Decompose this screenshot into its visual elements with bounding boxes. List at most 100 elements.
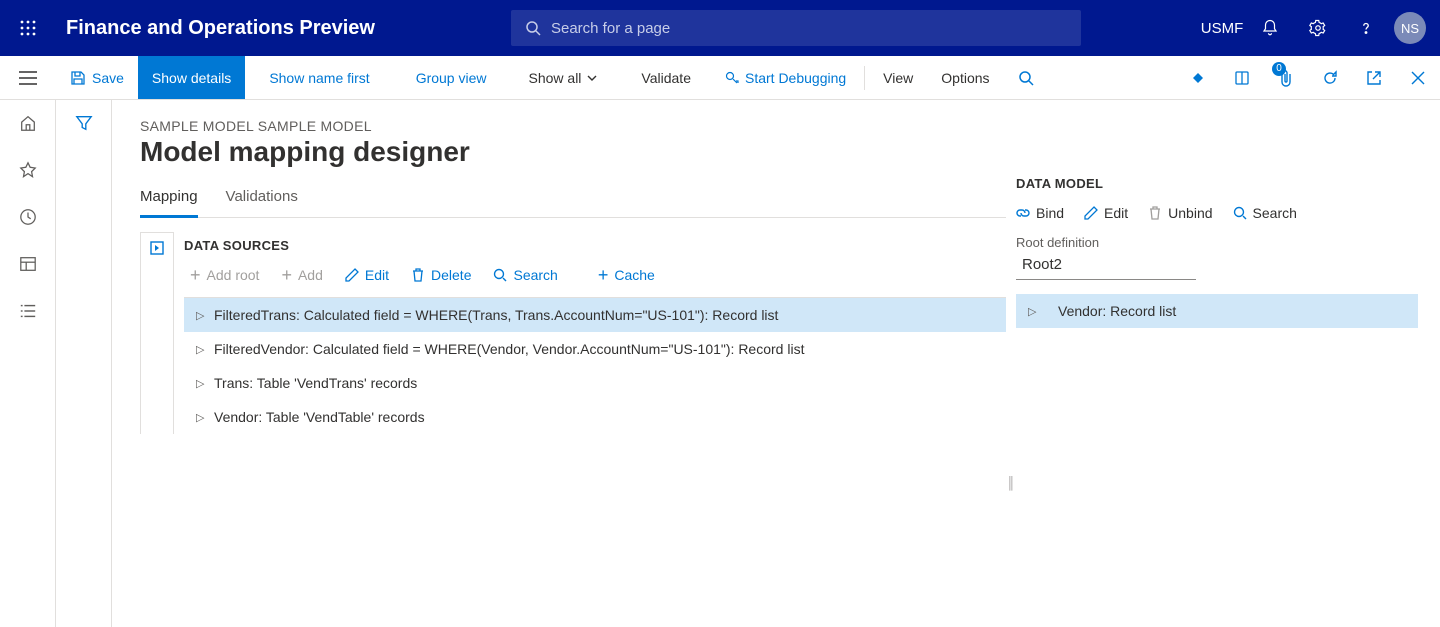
expand-types-button[interactable]: [140, 232, 174, 434]
action-search-icon[interactable]: [1004, 56, 1048, 99]
tree-row[interactable]: ▷FilteredVendor: Calculated field = WHER…: [184, 332, 1006, 366]
save-icon: [70, 70, 86, 86]
caret-icon[interactable]: ▷: [196, 309, 214, 322]
dm-edit-label: Edit: [1104, 205, 1128, 221]
attachments-badge: 0: [1272, 62, 1286, 76]
splitter[interactable]: ║: [1006, 118, 1016, 627]
tabs: Mapping Validations: [140, 182, 1006, 218]
save-button[interactable]: Save: [56, 56, 138, 99]
caret-icon[interactable]: ▷: [196, 411, 214, 424]
attachments-icon[interactable]: 0: [1264, 56, 1308, 99]
link-icon: [1016, 206, 1030, 220]
save-label: Save: [92, 70, 124, 86]
show-all-label: Show all: [529, 70, 582, 86]
user-avatar[interactable]: NS: [1394, 12, 1426, 44]
search-label: Search: [513, 267, 557, 283]
dm-search-label: Search: [1253, 205, 1297, 221]
filter-rail: [56, 100, 112, 627]
tree-label: FilteredTrans: Calculated field = WHERE(…: [214, 307, 778, 323]
dm-edit-button[interactable]: Edit: [1084, 205, 1128, 221]
dm-search-button[interactable]: Search: [1233, 205, 1297, 221]
tree-label: Trans: Table 'VendTrans' records: [214, 375, 417, 391]
modules-icon[interactable]: [19, 302, 37, 325]
cache-button[interactable]: +Cache: [598, 267, 655, 283]
delete-button[interactable]: Delete: [411, 267, 471, 283]
tree-label: FilteredVendor: Calculated field = WHERE…: [214, 341, 804, 357]
dm-tree-row[interactable]: ▷Vendor: Record list: [1016, 294, 1418, 328]
left-nav-rail: [0, 100, 56, 627]
bind-label: Bind: [1036, 205, 1064, 221]
data-sources-tree: ▷FilteredTrans: Calculated field = WHERE…: [184, 297, 1006, 434]
tree-row[interactable]: ▷FilteredTrans: Calculated field = WHERE…: [184, 298, 1006, 332]
pencil-icon: [345, 268, 359, 282]
workspaces-icon[interactable]: [19, 255, 37, 278]
action-bar: Save Show details Show name first Group …: [0, 56, 1440, 100]
show-name-first-button[interactable]: Show name first: [255, 56, 383, 99]
tree-row[interactable]: ▷Trans: Table 'VendTrans' records: [184, 366, 1006, 400]
add-root-button[interactable]: +Add root: [190, 267, 259, 283]
refresh-icon[interactable]: [1308, 56, 1352, 99]
app-launcher-icon[interactable]: [0, 20, 56, 36]
add-button[interactable]: +Add: [281, 267, 322, 283]
search-icon: [1233, 206, 1247, 220]
tab-validations[interactable]: Validations: [226, 182, 298, 217]
global-search[interactable]: [511, 10, 1081, 46]
pencil-icon: [1084, 206, 1098, 220]
bind-button[interactable]: Bind: [1016, 205, 1064, 221]
settings-icon[interactable]: [1294, 0, 1342, 56]
caret-icon[interactable]: ▷: [196, 377, 214, 390]
search-icon: [525, 20, 541, 36]
data-model-heading: DATA MODEL: [1016, 176, 1418, 191]
trash-icon: [1148, 206, 1162, 220]
favorites-icon[interactable]: [19, 161, 37, 184]
start-debugging-button[interactable]: Start Debugging: [711, 56, 860, 99]
data-sources-toolbar: +Add root +Add Edit Delete Search +Cache: [184, 263, 1006, 297]
tree-row[interactable]: ▷Vendor: Table 'VendTable' records: [184, 400, 1006, 434]
caret-icon[interactable]: ▷: [196, 343, 214, 356]
tab-mapping[interactable]: Mapping: [140, 182, 198, 218]
trash-icon: [411, 268, 425, 282]
debug-icon: [725, 71, 739, 85]
validate-button[interactable]: Validate: [627, 56, 705, 99]
recent-icon[interactable]: [19, 208, 37, 231]
data-model-toolbar: Bind Edit Unbind Search: [1016, 201, 1418, 235]
top-bar: Finance and Operations Preview USMF NS: [0, 0, 1440, 56]
global-search-input[interactable]: [551, 20, 1067, 37]
root-definition-value[interactable]: Root2: [1016, 254, 1196, 280]
start-debugging-label: Start Debugging: [745, 70, 846, 86]
company-picker[interactable]: USMF: [1198, 0, 1246, 56]
notifications-icon[interactable]: [1246, 0, 1294, 56]
cache-label: Cache: [614, 267, 654, 283]
popout-icon[interactable]: [1352, 56, 1396, 99]
page-title: Model mapping designer: [140, 136, 1006, 168]
options-menu[interactable]: Options: [927, 56, 1003, 99]
add-root-label: Add root: [207, 267, 260, 283]
breadcrumb: SAMPLE MODEL SAMPLE MODEL: [140, 118, 1006, 134]
personalize-icon[interactable]: [1176, 56, 1220, 99]
show-all-dropdown[interactable]: Show all: [515, 56, 618, 99]
delete-label: Delete: [431, 267, 471, 283]
help-icon[interactable]: [1342, 0, 1390, 56]
filter-icon[interactable]: [75, 114, 93, 627]
dm-tree-label: Vendor: Record list: [1058, 303, 1176, 319]
home-icon[interactable]: [19, 114, 37, 137]
nav-toggle-icon[interactable]: [0, 56, 56, 99]
show-details-button[interactable]: Show details: [138, 56, 245, 99]
search-button[interactable]: Search: [493, 267, 557, 283]
page-options-icon[interactable]: [1220, 56, 1264, 99]
chevron-down-icon: [587, 75, 597, 81]
data-sources-heading: DATA SOURCES: [184, 238, 1006, 253]
separator: [864, 66, 865, 90]
group-view-button[interactable]: Group view: [402, 56, 501, 99]
view-menu[interactable]: View: [869, 56, 927, 99]
caret-icon[interactable]: ▷: [1028, 305, 1058, 318]
tree-label: Vendor: Table 'VendTable' records: [214, 409, 425, 425]
root-definition-label: Root definition: [1016, 235, 1418, 250]
edit-button[interactable]: Edit: [345, 267, 389, 283]
search-icon: [493, 268, 507, 282]
edit-label: Edit: [365, 267, 389, 283]
unbind-button[interactable]: Unbind: [1148, 205, 1212, 221]
add-label: Add: [298, 267, 323, 283]
app-title: Finance and Operations Preview: [56, 17, 375, 40]
close-icon[interactable]: [1396, 56, 1440, 99]
